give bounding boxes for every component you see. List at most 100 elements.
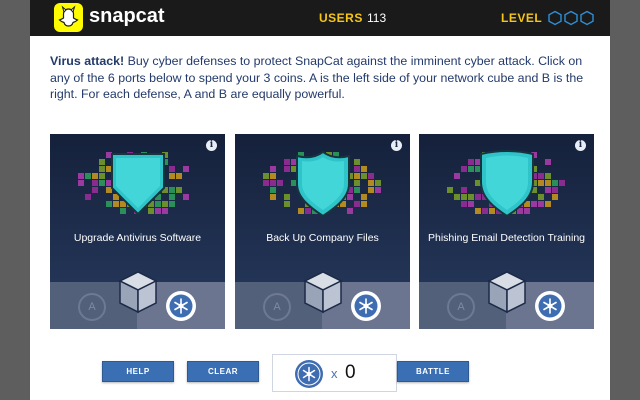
pixel-block: [375, 187, 381, 193]
pixel-block: [176, 173, 182, 179]
pixel-block: [354, 159, 360, 165]
pixel-block: [270, 194, 276, 200]
instructions-text: Virus attack! Buy cyber defenses to prot…: [50, 53, 595, 103]
network-ports: A: [235, 271, 410, 329]
users-label: USERS: [319, 11, 363, 25]
pixel-block: [361, 166, 367, 172]
network-cube-icon: [487, 271, 527, 314]
battle-button[interactable]: BATTLE: [397, 361, 469, 382]
app-name: snapcat: [89, 5, 165, 27]
coin-icon: [295, 360, 323, 388]
pixel-block: [545, 201, 551, 207]
pixel-block: [368, 180, 374, 186]
pixel-block: [263, 180, 269, 186]
instructions-body: Buy cyber defenses to protect SnapCat ag…: [50, 54, 584, 101]
pixel-block: [538, 201, 544, 207]
info-icon[interactable]: i: [206, 140, 217, 151]
pixel-block: [270, 180, 276, 186]
pixel-block: [552, 194, 558, 200]
pixel-block: [361, 194, 367, 200]
pixel-block: [169, 201, 175, 207]
pixel-block: [183, 194, 189, 200]
network-ports: A: [419, 271, 594, 329]
pixel-block: [447, 187, 453, 193]
pixel-block: [92, 173, 98, 179]
pixel-block: [277, 180, 283, 186]
pixel-block: [361, 173, 367, 179]
info-icon[interactable]: i: [575, 140, 586, 151]
pixel-block: [468, 201, 474, 207]
card-artwork: i Back Up Company Files: [235, 134, 410, 282]
pixel-block: [354, 201, 360, 207]
info-icon[interactable]: i: [391, 140, 402, 151]
shield-icon: [111, 153, 165, 216]
hexagon-icon: [564, 10, 578, 26]
clear-button[interactable]: CLEAR: [187, 361, 259, 382]
network-cube-icon: [118, 271, 158, 314]
main-panel: Virus attack! Buy cyber defenses to prot…: [30, 36, 610, 400]
pixel-block: [354, 180, 360, 186]
network-cube-icon: [303, 271, 343, 314]
pixel-block: [169, 187, 175, 193]
pixel-block: [461, 187, 467, 193]
pixel-block: [85, 173, 91, 179]
top-bar: snapcat USERS 113 LEVEL: [30, 0, 610, 36]
card-title: Phishing Email Detection Training: [428, 232, 585, 244]
pixel-block: [468, 159, 474, 165]
coin-count: 0: [345, 362, 356, 383]
pixel-block: [169, 173, 175, 179]
pixel-block: [354, 187, 360, 193]
coin-multiplier: x: [331, 366, 338, 381]
hexagon-icon: [548, 10, 562, 26]
card-title: Upgrade Antivirus Software: [73, 232, 202, 244]
pixel-block: [454, 194, 460, 200]
pixel-block: [99, 180, 105, 186]
port-a-button[interactable]: A: [447, 293, 475, 321]
pixel-block: [375, 180, 381, 186]
pixel-block: [169, 166, 175, 172]
pixel-block: [368, 173, 374, 179]
pixel-block: [270, 166, 276, 172]
pixel-block: [263, 173, 269, 179]
pixel-block: [169, 194, 175, 200]
shield-icon: [480, 150, 534, 218]
network-ports: A: [50, 271, 225, 329]
pixel-block: [284, 201, 290, 207]
pixel-block: [454, 173, 460, 179]
pixel-block: [361, 201, 367, 207]
pixel-block: [468, 194, 474, 200]
pixel-block: [461, 194, 467, 200]
port-b-button[interactable]: [166, 291, 196, 321]
snapcat-logo-icon: [54, 3, 83, 32]
pixel-block: [552, 180, 558, 186]
port-a-button[interactable]: A: [263, 293, 291, 321]
pixel-block: [552, 187, 558, 193]
help-button[interactable]: HELP: [102, 361, 174, 382]
pixel-block: [545, 159, 551, 165]
pixel-block: [545, 187, 551, 193]
shield-icon: [296, 150, 350, 218]
pixel-block: [468, 166, 474, 172]
port-a-button[interactable]: A: [78, 293, 106, 321]
pixel-block: [270, 187, 276, 193]
defense-card-antivirus: i Upgrade Antivirus Software A: [50, 134, 225, 329]
pixel-block: [538, 180, 544, 186]
pixel-block: [538, 194, 544, 200]
pixel-block: [270, 173, 276, 179]
pixel-block: [78, 173, 84, 179]
coin-counter: x 0: [272, 354, 397, 392]
pixel-block: [284, 159, 290, 165]
pixel-block: [545, 173, 551, 179]
pixel-block: [99, 173, 105, 179]
pixel-block: [99, 166, 105, 172]
pixel-block: [99, 159, 105, 165]
pixel-block: [461, 201, 467, 207]
pixel-block: [85, 194, 91, 200]
pixel-block: [78, 180, 84, 186]
pixel-block: [183, 166, 189, 172]
level-indicator: [548, 10, 594, 26]
port-b-button[interactable]: [535, 291, 565, 321]
pixel-block: [354, 173, 360, 179]
pixel-block: [538, 173, 544, 179]
port-b-button[interactable]: [351, 291, 381, 321]
